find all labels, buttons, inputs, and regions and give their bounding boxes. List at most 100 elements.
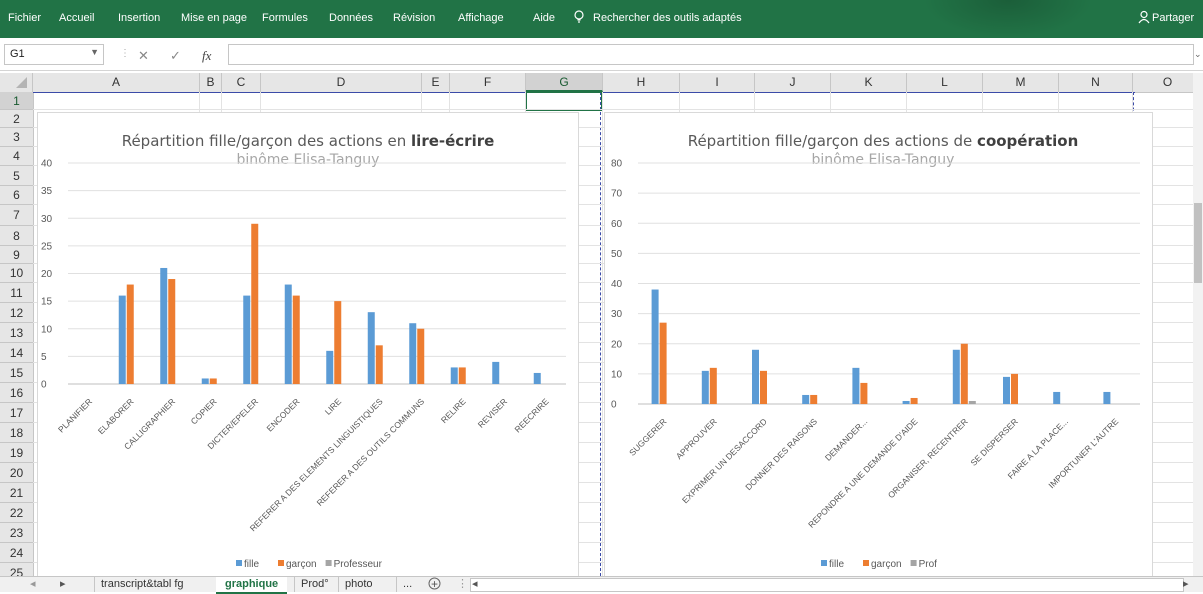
- tab-fichier[interactable]: Fichier: [8, 12, 41, 24]
- tab-mise-en-page[interactable]: Mise en page: [181, 12, 247, 24]
- share-button[interactable]: Partager: [1152, 12, 1194, 24]
- chart1-bar-garçon-2: [168, 279, 176, 384]
- chart2-bar-fille-2: [752, 349, 759, 404]
- row-header-21[interactable]: 21: [0, 483, 33, 503]
- tab-revision[interactable]: Révision: [393, 12, 435, 24]
- row-header-8[interactable]: 8: [0, 226, 33, 246]
- row-header-6[interactable]: 6: [0, 186, 33, 205]
- chart2-bar-garçon-0: [659, 322, 667, 404]
- scroll-left-icon[interactable]: ◂: [472, 577, 478, 592]
- prev-sheet-icon[interactable]: ◂: [30, 577, 36, 592]
- cancel-icon[interactable]: ✕: [138, 48, 149, 64]
- row-header-12[interactable]: 12: [0, 303, 33, 323]
- tab-accueil[interactable]: Accueil: [59, 12, 94, 24]
- scroll-thumb[interactable]: [1194, 203, 1202, 283]
- chart1-category-label: REVISER: [476, 396, 509, 429]
- row-header-13[interactable]: 13: [0, 323, 33, 343]
- expand-formula-icon[interactable]: ⌄: [1194, 49, 1202, 60]
- row-header-3[interactable]: 3: [0, 128, 33, 147]
- column-header-l[interactable]: L: [907, 73, 983, 92]
- column-header-k[interactable]: K: [831, 73, 907, 92]
- row-header-17[interactable]: 17: [0, 403, 33, 423]
- column-header-j[interactable]: J: [755, 73, 831, 92]
- sheet-tab-graphique[interactable]: graphique: [216, 577, 288, 594]
- column-header-i[interactable]: I: [680, 73, 755, 92]
- row-header-10[interactable]: 10: [0, 264, 33, 283]
- row-header-23[interactable]: 23: [0, 523, 33, 543]
- tab-formules[interactable]: Formules: [262, 12, 308, 24]
- person-icon: [1138, 10, 1150, 27]
- column-header-n[interactable]: N: [1059, 73, 1133, 92]
- column-header-d[interactable]: D: [261, 73, 422, 92]
- search-tools[interactable]: Rechercher des outils adaptés: [593, 12, 742, 24]
- chart-lire-ecrire[interactable]: Répartition fille/garçon des actions en …: [37, 112, 579, 580]
- chart2-y-tick-label: 40: [611, 279, 623, 290]
- row-header-4[interactable]: 4: [0, 147, 33, 166]
- chart2-y-tick-label: 20: [611, 339, 623, 350]
- name-box[interactable]: G1 ▼: [4, 44, 104, 65]
- chart2-y-tick-label: 10: [611, 369, 623, 380]
- chart2-bar-fille-1: [701, 370, 709, 404]
- chart1-category-label: ENCODER: [265, 396, 302, 433]
- formula-input[interactable]: [228, 44, 1194, 65]
- column-header-a[interactable]: A: [33, 73, 200, 92]
- row-header-15[interactable]: 15: [0, 363, 33, 383]
- row-header-16[interactable]: 16: [0, 383, 33, 403]
- chart1-bar-fille-9: [450, 367, 458, 384]
- column-header-m[interactable]: M: [983, 73, 1059, 92]
- chart1-bar-fille-10: [492, 361, 500, 384]
- row-header-20[interactable]: 20: [0, 463, 33, 483]
- row-header-1[interactable]: 1: [0, 92, 33, 110]
- tab-aide[interactable]: Aide: [533, 12, 555, 24]
- column-header-e[interactable]: E: [422, 73, 450, 92]
- add-sheet-label: +: [431, 577, 439, 591]
- scroll-right-icon[interactable]: ▸: [1183, 577, 1189, 592]
- tab-splitter-icon[interactable]: ⋮: [457, 577, 468, 592]
- chart2-category-label: SE DISPERSER: [968, 416, 1019, 467]
- chart-cooperation-svg: Répartition fille/garçon des actions de …: [611, 132, 1140, 570]
- chart1-bar-fille-7: [367, 312, 375, 384]
- sheet-tab-prod[interactable]: Prod°: [294, 577, 335, 592]
- chart1-legend-swatch-professeur: [325, 560, 332, 566]
- row-header-22[interactable]: 22: [0, 503, 33, 523]
- chart1-bar-fille-8: [409, 323, 417, 384]
- row-header-7[interactable]: 7: [0, 205, 33, 226]
- chart2-y-tick-label: 0: [611, 400, 617, 411]
- check-icon[interactable]: ✓: [170, 48, 181, 64]
- tab-affichage[interactable]: Affichage: [458, 12, 504, 24]
- column-header-h[interactable]: H: [603, 73, 680, 92]
- row-header-11[interactable]: 11: [0, 283, 33, 303]
- function-icon[interactable]: fx: [202, 48, 211, 64]
- sheet-tab-transcript[interactable]: transcript&tabl fg: [94, 577, 190, 592]
- add-sheet-icon[interactable]: +: [428, 577, 441, 592]
- tab-insertion[interactable]: Insertion: [118, 12, 160, 24]
- column-header-c[interactable]: C: [222, 73, 261, 92]
- row-header-5[interactable]: 5: [0, 166, 33, 186]
- select-all-corner[interactable]: [0, 73, 33, 92]
- row-header-9[interactable]: 9: [0, 246, 33, 264]
- sheet-tab-more[interactable]: ...: [396, 577, 418, 592]
- next-sheet-icon[interactable]: ▸: [60, 577, 66, 592]
- row-header-18[interactable]: 18: [0, 423, 33, 443]
- chart1-legend-label: garçon: [286, 559, 317, 570]
- column-header-b[interactable]: B: [200, 73, 222, 92]
- chart-cooperation[interactable]: Répartition fille/garçon des actions de …: [604, 112, 1153, 580]
- horizontal-scrollbar[interactable]: [470, 578, 1184, 592]
- tab-donnees[interactable]: Données: [329, 12, 373, 24]
- row-header-19[interactable]: 19: [0, 443, 33, 463]
- column-header-g[interactable]: G: [526, 73, 603, 92]
- chart1-y-tick-label: 0: [41, 380, 47, 391]
- sheet-tab-photo[interactable]: photo: [338, 577, 379, 592]
- column-header-bar: ABCDEFGHIJKLMNO: [0, 73, 1203, 93]
- chart2-category-label: EXPRIMER UN DESACCORD: [680, 416, 769, 505]
- chevron-down-icon[interactable]: ▼: [90, 47, 99, 57]
- row-header-24[interactable]: 24: [0, 543, 33, 563]
- row-header-25[interactable]: 25: [0, 563, 33, 576]
- row-header-2[interactable]: 2: [0, 110, 33, 128]
- row-header-14[interactable]: 14: [0, 343, 33, 363]
- chart2-bar-garçon-7: [1011, 373, 1018, 404]
- chart2-bar-fille-9: [1103, 391, 1111, 404]
- column-header-f[interactable]: F: [450, 73, 526, 92]
- vertical-scrollbar[interactable]: [1193, 73, 1203, 576]
- chart2-y-tick-label: 80: [611, 159, 623, 170]
